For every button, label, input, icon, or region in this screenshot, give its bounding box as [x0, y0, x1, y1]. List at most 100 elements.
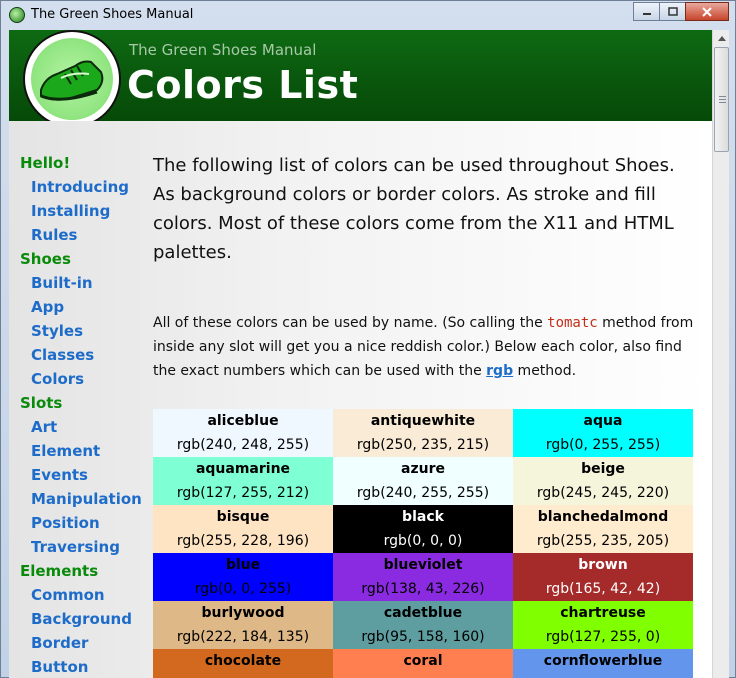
color-rgb: rgb(127, 255, 0) [545, 629, 661, 645]
sidebar-section-elements[interactable]: Elements [20, 559, 148, 583]
color-swatch: chocolate [153, 649, 333, 678]
window-title: The Green Shoes Manual [31, 7, 194, 22]
scrollbar-thumb[interactable] [714, 47, 729, 152]
title-bar[interactable]: The Green Shoes Manual [1, 1, 735, 29]
usage-paragraph: All of these colors can be used by name.… [153, 311, 698, 383]
color-rgb: rgb(250, 235, 215) [356, 437, 490, 453]
sidebar-nav: Hello! Introducing Installing Rules Shoes Bui… [20, 151, 148, 678]
color-name: chartreuse [560, 605, 646, 621]
usage-text-3: method. [513, 363, 577, 379]
color-grid: aliceblue rgb(240, 248, 255) antiquewhite r… [153, 409, 698, 678]
sidebar-item-background[interactable]: Background [20, 607, 148, 631]
color-swatch: blueviolet rgb(138, 43, 226) [333, 553, 513, 601]
scroll-up-button[interactable] [713, 30, 730, 47]
sidebar-section-shoes[interactable]: Shoes [20, 247, 148, 271]
color-rgb [513, 673, 693, 678]
page-header: The Green Shoes Manual Colors List [9, 30, 712, 128]
close-button[interactable] [685, 2, 729, 21]
color-swatch: bisque rgb(255, 228, 196) [153, 505, 333, 553]
window-controls [633, 2, 729, 21]
color-name: cornflowerblue [543, 653, 663, 669]
color-name: beige [581, 461, 625, 477]
close-icon [702, 6, 712, 17]
color-name: black [402, 509, 444, 525]
sidebar-item-button[interactable]: Button [20, 655, 148, 678]
color-name: chocolate [204, 653, 282, 669]
color-name: azure [401, 461, 445, 477]
sidebar-item-border[interactable]: Border [20, 631, 148, 655]
color-rgb: rgb(255, 235, 205) [536, 533, 670, 549]
sidebar-item-built-in[interactable]: Built-in [20, 271, 148, 295]
color-swatch: antiquewhite rgb(250, 235, 215) [333, 409, 513, 457]
app-window: The Green Shoes Manual The Green Shoes M… [0, 0, 736, 678]
sidebar-item-common[interactable]: Common [20, 583, 148, 607]
color-name: cadetblue [383, 605, 463, 621]
color-swatch: chartreuse rgb(127, 255, 0) [513, 601, 693, 649]
color-swatch: black rgb(0, 0, 0) [333, 505, 513, 553]
rgb-link[interactable]: rgb [486, 363, 513, 379]
sidebar-item-position[interactable]: Position [20, 511, 148, 535]
green-shoe-logo-icon [23, 30, 121, 128]
sidebar-item-styles[interactable]: Styles [20, 319, 148, 343]
minimize-button[interactable] [633, 2, 660, 21]
color-name: aquamarine [195, 461, 291, 477]
chevron-up-icon [717, 36, 726, 41]
header-subtitle: The Green Shoes Manual [129, 41, 317, 59]
color-rgb: rgb(0, 0, 255) [194, 581, 292, 597]
color-swatch: cornflowerblue [513, 649, 693, 678]
sidebar-item-element[interactable]: Element [20, 439, 148, 463]
color-swatch: beige rgb(245, 245, 220) [513, 457, 693, 505]
color-swatch: coral [333, 649, 513, 678]
color-rgb: rgb(240, 255, 255) [356, 485, 490, 501]
color-name: blanchedalmond [537, 509, 669, 525]
color-rgb: rgb(222, 184, 135) [176, 629, 310, 645]
sidebar-item-rules[interactable]: Rules [20, 223, 148, 247]
color-name: antiquewhite [370, 413, 476, 429]
color-swatch: aquamarine rgb(127, 255, 212) [153, 457, 333, 505]
maximize-button[interactable] [659, 2, 686, 21]
color-rgb: rgb(245, 245, 220) [536, 485, 670, 501]
intro-paragraph: The following list of colors can be used… [153, 155, 675, 263]
sidebar-item-introducing[interactable]: Introducing [20, 175, 148, 199]
color-swatch: aqua rgb(0, 255, 255) [513, 409, 693, 457]
color-rgb: rgb(95, 158, 160) [361, 629, 485, 645]
sidebar-item-colors[interactable]: Colors [20, 367, 148, 391]
sidebar-section-hello[interactable]: Hello! [20, 151, 148, 175]
color-rgb: rgb(0, 255, 255) [545, 437, 661, 453]
page-title: Colors List [127, 63, 359, 107]
color-rgb: rgb(255, 228, 196) [176, 533, 310, 549]
client-area: The Green Shoes Manual Colors List Hello… [9, 30, 712, 678]
color-swatch: aliceblue rgb(240, 248, 255) [153, 409, 333, 457]
color-swatch: cadetblue rgb(95, 158, 160) [333, 601, 513, 649]
color-rgb: rgb(240, 248, 255) [176, 437, 310, 453]
color-swatch: burlywood rgb(222, 184, 135) [153, 601, 333, 649]
color-swatch: blanchedalmond rgb(255, 235, 205) [513, 505, 693, 553]
sidebar-item-art[interactable]: Art [20, 415, 148, 439]
color-rgb [333, 673, 513, 678]
sidebar-section-slots[interactable]: Slots [20, 391, 148, 415]
color-swatch: blue rgb(0, 0, 255) [153, 553, 333, 601]
color-name: brown [578, 557, 628, 573]
sidebar-item-events[interactable]: Events [20, 463, 148, 487]
minimize-icon [642, 12, 651, 15]
sidebar-item-app[interactable]: App [20, 295, 148, 319]
color-rgb: rgb(0, 0, 0) [383, 533, 463, 549]
usage-text-1: All of these colors can be used by name.… [153, 315, 548, 331]
color-name: aliceblue [207, 413, 279, 429]
color-name: blue [225, 557, 261, 573]
sidebar-item-installing[interactable]: Installing [20, 199, 148, 223]
code-snippet: tomatc [547, 315, 598, 331]
color-rgb [153, 673, 333, 678]
sidebar-item-classes[interactable]: Classes [20, 343, 148, 367]
color-rgb: rgb(165, 42, 42) [545, 581, 661, 597]
color-swatch: azure rgb(240, 255, 255) [333, 457, 513, 505]
color-name: coral [403, 653, 443, 669]
vertical-scrollbar[interactable] [712, 30, 729, 678]
color-name: burlywood [201, 605, 285, 621]
main-area: Hello! Introducing Installing Rules Shoes Bui… [9, 121, 712, 678]
color-swatch: brown rgb(165, 42, 42) [513, 553, 693, 601]
sidebar-item-manipulation[interactable]: Manipulation [20, 487, 148, 511]
color-name: blueviolet [383, 557, 463, 573]
sidebar-item-traversing[interactable]: Traversing [20, 535, 148, 559]
color-name: bisque [216, 509, 270, 525]
